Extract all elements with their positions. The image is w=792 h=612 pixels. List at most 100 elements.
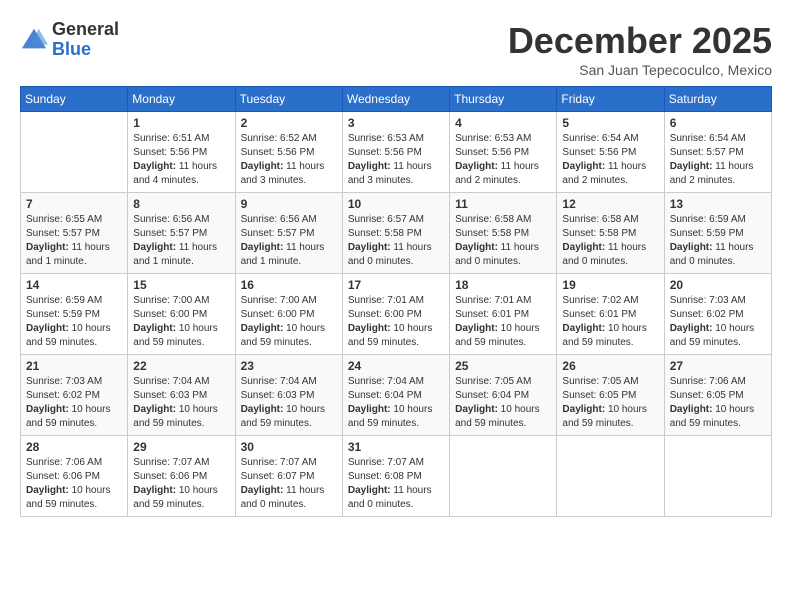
day-number: 31 <box>348 440 444 454</box>
sunrise-text: Sunrise: 6:55 AM <box>26 213 122 227</box>
day-info: Sunrise: 6:54 AMSunset: 5:57 PMDaylight:… <box>670 132 766 188</box>
daylight-text: Daylight: 11 hours and 0 minutes. <box>348 484 444 512</box>
daylight-text: Daylight: 10 hours and 59 minutes. <box>26 322 122 350</box>
sunset-text: Sunset: 6:03 PM <box>133 389 229 403</box>
sunset-text: Sunset: 5:56 PM <box>562 146 658 160</box>
daylight-text: Daylight: 10 hours and 59 minutes. <box>26 403 122 431</box>
sunrise-text: Sunrise: 6:58 AM <box>562 213 658 227</box>
sunrise-text: Sunrise: 6:54 AM <box>670 132 766 146</box>
sunset-text: Sunset: 5:58 PM <box>348 227 444 241</box>
sunset-text: Sunset: 5:56 PM <box>348 146 444 160</box>
daylight-text: Daylight: 11 hours and 0 minutes. <box>348 241 444 269</box>
calendar-cell: 6 Sunrise: 6:54 AMSunset: 5:57 PMDaylight… <box>664 112 771 193</box>
daylight-text: Daylight: 11 hours and 2 minutes. <box>455 160 551 188</box>
calendar-week-row: 1Sunrise: 6:51 AMSunset: 5:56 PMDaylight… <box>21 112 772 193</box>
calendar-table: SundayMondayTuesdayWednesdayThursdayFrid… <box>20 86 772 517</box>
sunset-text: Sunset: 5:57 PM <box>26 227 122 241</box>
day-info: Sunrise: 7:06 AMSunset: 6:06 PMDaylight:… <box>26 456 122 512</box>
weekday-header-saturday: Saturday <box>664 87 771 112</box>
day-info: Sunrise: 6:57 AMSunset: 5:58 PMDaylight:… <box>348 213 444 269</box>
sunrise-text: Sunrise: 7:07 AM <box>348 456 444 470</box>
calendar-cell <box>450 436 557 517</box>
sunset-text: Sunset: 5:56 PM <box>241 146 337 160</box>
day-number: 23 <box>241 359 337 373</box>
sunrise-text: Sunrise: 7:07 AM <box>133 456 229 470</box>
day-number: 25 <box>455 359 551 373</box>
daylight-text: Daylight: 10 hours and 59 minutes. <box>26 484 122 512</box>
sunset-text: Sunset: 6:06 PM <box>26 470 122 484</box>
weekday-header-wednesday: Wednesday <box>342 87 449 112</box>
daylight-text: Daylight: 11 hours and 0 minutes. <box>241 484 337 512</box>
calendar-cell: 1 Sunrise: 6:51 AMSunset: 5:56 PMDaylight… <box>128 112 235 193</box>
sunrise-text: Sunrise: 6:57 AM <box>348 213 444 227</box>
sunrise-text: Sunrise: 6:51 AM <box>133 132 229 146</box>
day-info: Sunrise: 7:07 AMSunset: 6:08 PMDaylight:… <box>348 456 444 512</box>
calendar-cell: 9Sunrise: 6:56 AMSunset: 5:57 PMDaylight… <box>235 193 342 274</box>
sunrise-text: Sunrise: 7:04 AM <box>348 375 444 389</box>
daylight-text: Daylight: 10 hours and 59 minutes. <box>455 322 551 350</box>
calendar-cell: 24Sunrise: 7:04 AMSunset: 6:04 PMDayligh… <box>342 355 449 436</box>
daylight-text: Daylight: 10 hours and 59 minutes. <box>348 403 444 431</box>
day-info: Sunrise: 7:04 AMSunset: 6:03 PMDaylight:… <box>133 375 229 431</box>
calendar-week-row: 21 Sunrise: 7:03 AMSunset: 6:02 PMDayligh… <box>21 355 772 436</box>
calendar-cell: 16Sunrise: 7:00 AMSunset: 6:00 PMDayligh… <box>235 274 342 355</box>
daylight-text: Daylight: 10 hours and 59 minutes. <box>241 322 337 350</box>
sunset-text: Sunset: 5:57 PM <box>670 146 766 160</box>
sunset-text: Sunset: 5:58 PM <box>562 227 658 241</box>
day-number: 19 <box>562 278 658 292</box>
sunrise-text: Sunrise: 6:53 AM <box>455 132 551 146</box>
calendar-cell: 27Sunrise: 7:06 AMSunset: 6:05 PMDayligh… <box>664 355 771 436</box>
daylight-text: Daylight: 11 hours and 0 minutes. <box>562 241 658 269</box>
weekday-header-thursday: Thursday <box>450 87 557 112</box>
logo-icon <box>20 26 48 54</box>
sunrise-text: Sunrise: 7:06 AM <box>26 456 122 470</box>
day-info: Sunrise: 6:53 AMSunset: 5:56 PMDaylight:… <box>455 132 551 188</box>
day-info: Sunrise: 7:03 AMSunset: 6:02 PMDaylight:… <box>26 375 122 431</box>
weekday-header-row: SundayMondayTuesdayWednesdayThursdayFrid… <box>21 87 772 112</box>
calendar-cell: 30 Sunrise: 7:07 AMSunset: 6:07 PMDayligh… <box>235 436 342 517</box>
calendar-cell <box>557 436 664 517</box>
sunset-text: Sunset: 6:01 PM <box>455 308 551 322</box>
calendar-week-row: 7Sunrise: 6:55 AMSunset: 5:57 PMDaylight… <box>21 193 772 274</box>
calendar-week-row: 28Sunrise: 7:06 AMSunset: 6:06 PMDayligh… <box>21 436 772 517</box>
page-header: General Blue December 2025 San Juan Tepe… <box>20 20 772 78</box>
daylight-text: Daylight: 11 hours and 1 minute. <box>241 241 337 269</box>
calendar-cell: 18Sunrise: 7:01 AMSunset: 6:01 PMDayligh… <box>450 274 557 355</box>
day-info: Sunrise: 7:07 AMSunset: 6:07 PMDaylight:… <box>241 456 337 512</box>
day-number: 30 <box>241 440 337 454</box>
location-text: San Juan Tepecoculco, Mexico <box>508 62 772 78</box>
day-info: Sunrise: 6:58 AMSunset: 5:58 PMDaylight:… <box>455 213 551 269</box>
day-info: Sunrise: 6:59 AMSunset: 5:59 PMDaylight:… <box>670 213 766 269</box>
calendar-cell: 25 Sunrise: 7:05 AMSunset: 6:04 PMDayligh… <box>450 355 557 436</box>
day-number: 17 <box>348 278 444 292</box>
sunset-text: Sunset: 6:02 PM <box>26 389 122 403</box>
day-number: 1 <box>133 116 229 130</box>
sunset-text: Sunset: 6:05 PM <box>562 389 658 403</box>
sunset-text: Sunset: 5:58 PM <box>455 227 551 241</box>
sunrise-text: Sunrise: 6:59 AM <box>670 213 766 227</box>
sunset-text: Sunset: 6:00 PM <box>348 308 444 322</box>
calendar-cell: 10Sunrise: 6:57 AMSunset: 5:58 PMDayligh… <box>342 193 449 274</box>
day-info: Sunrise: 7:00 AMSunset: 6:00 PMDaylight:… <box>241 294 337 350</box>
calendar-cell: 23Sunrise: 7:04 AMSunset: 6:03 PMDayligh… <box>235 355 342 436</box>
calendar-cell <box>21 112 128 193</box>
sunset-text: Sunset: 6:00 PM <box>133 308 229 322</box>
daylight-text: Daylight: 11 hours and 0 minutes. <box>670 241 766 269</box>
day-info: Sunrise: 6:59 AMSunset: 5:59 PMDaylight:… <box>26 294 122 350</box>
day-info: Sunrise: 6:51 AMSunset: 5:56 PMDaylight:… <box>133 132 229 188</box>
daylight-text: Daylight: 11 hours and 0 minutes. <box>455 241 551 269</box>
calendar-cell: 22 Sunrise: 7:04 AMSunset: 6:03 PMDayligh… <box>128 355 235 436</box>
day-number: 20 <box>670 278 766 292</box>
day-number: 8 <box>133 197 229 211</box>
day-info: Sunrise: 7:01 AMSunset: 6:00 PMDaylight:… <box>348 294 444 350</box>
sunrise-text: Sunrise: 6:59 AM <box>26 294 122 308</box>
day-number: 21 <box>26 359 122 373</box>
calendar-week-row: 14Sunrise: 6:59 AMSunset: 5:59 PMDayligh… <box>21 274 772 355</box>
daylight-text: Daylight: 10 hours and 59 minutes. <box>348 322 444 350</box>
day-number: 6 <box>670 116 766 130</box>
day-number: 22 <box>133 359 229 373</box>
sunset-text: Sunset: 5:56 PM <box>455 146 551 160</box>
day-info: Sunrise: 7:05 AMSunset: 6:04 PMDaylight:… <box>455 375 551 431</box>
calendar-cell: 5Sunrise: 6:54 AMSunset: 5:56 PMDaylight… <box>557 112 664 193</box>
calendar-cell: 20Sunrise: 7:03 AMSunset: 6:02 PMDayligh… <box>664 274 771 355</box>
